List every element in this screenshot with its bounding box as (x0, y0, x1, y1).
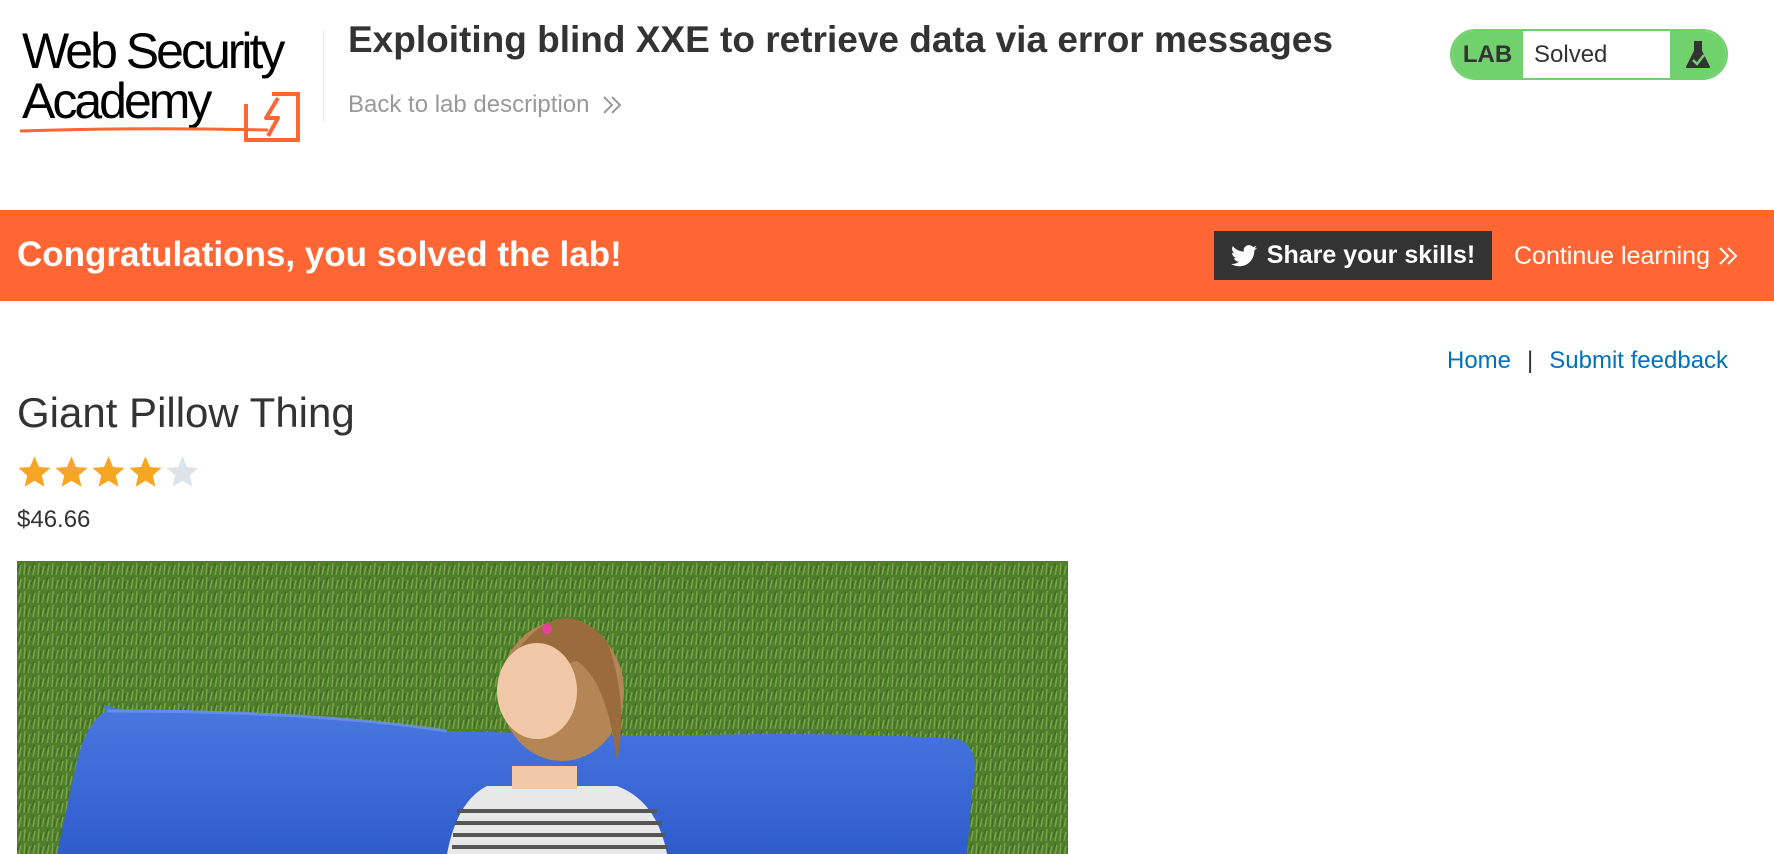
home-link[interactable]: Home (1447, 346, 1511, 376)
header-divider (323, 30, 324, 122)
lab-status-widget: LAB Solved (1450, 29, 1728, 80)
star-empty-icon (166, 456, 199, 487)
share-your-skills-button[interactable]: Share your skills! (1214, 231, 1492, 280)
star-filled-icon (55, 456, 88, 487)
star-filled-icon (129, 456, 162, 487)
lab-badge: LAB (1452, 31, 1523, 78)
twitter-icon (1230, 244, 1257, 266)
share-button-label: Share your skills! (1266, 241, 1476, 269)
product-price: $46.66 (17, 506, 91, 533)
star-filled-icon (18, 456, 51, 487)
continue-learning-label: Continue learning (1514, 242, 1710, 270)
top-navigation: Home | Submit feedback (1447, 346, 1728, 376)
logo-text-line2: Academy (22, 73, 212, 129)
flask-icon (1670, 31, 1726, 78)
back-to-lab-description-link[interactable]: Back to lab description (348, 90, 623, 120)
nav-separator: | (1527, 347, 1534, 374)
star-filled-icon (92, 456, 125, 487)
lab-header: Web Security Academy Exploiting blind XX… (0, 0, 1774, 210)
product-title: Giant Pillow Thing (17, 389, 355, 436)
lightning-bolt-box-icon (244, 92, 300, 142)
lab-title: Exploiting blind XXE to retrieve data vi… (348, 19, 1333, 60)
product-rating (17, 455, 200, 489)
continue-learning-link[interactable]: Continue learning (1514, 241, 1738, 271)
logo-text-line1: Web Security (22, 23, 285, 79)
back-link-label: Back to lab description (348, 91, 590, 118)
product-photo (17, 561, 1068, 854)
lab-status-text: Solved (1534, 40, 1608, 68)
product-image (17, 561, 1068, 854)
logo-underline (19, 127, 269, 133)
lab-solved-banner: Congratulations, you solved the lab! Sha… (0, 210, 1774, 301)
submit-feedback-link[interactable]: Submit feedback (1549, 346, 1728, 376)
web-security-academy-logo[interactable]: Web Security Academy (18, 22, 320, 142)
double-chevron-right-icon (603, 96, 622, 114)
congratulations-message: Congratulations, you solved the lab! (17, 235, 622, 274)
double-chevron-right-icon (1719, 247, 1738, 265)
